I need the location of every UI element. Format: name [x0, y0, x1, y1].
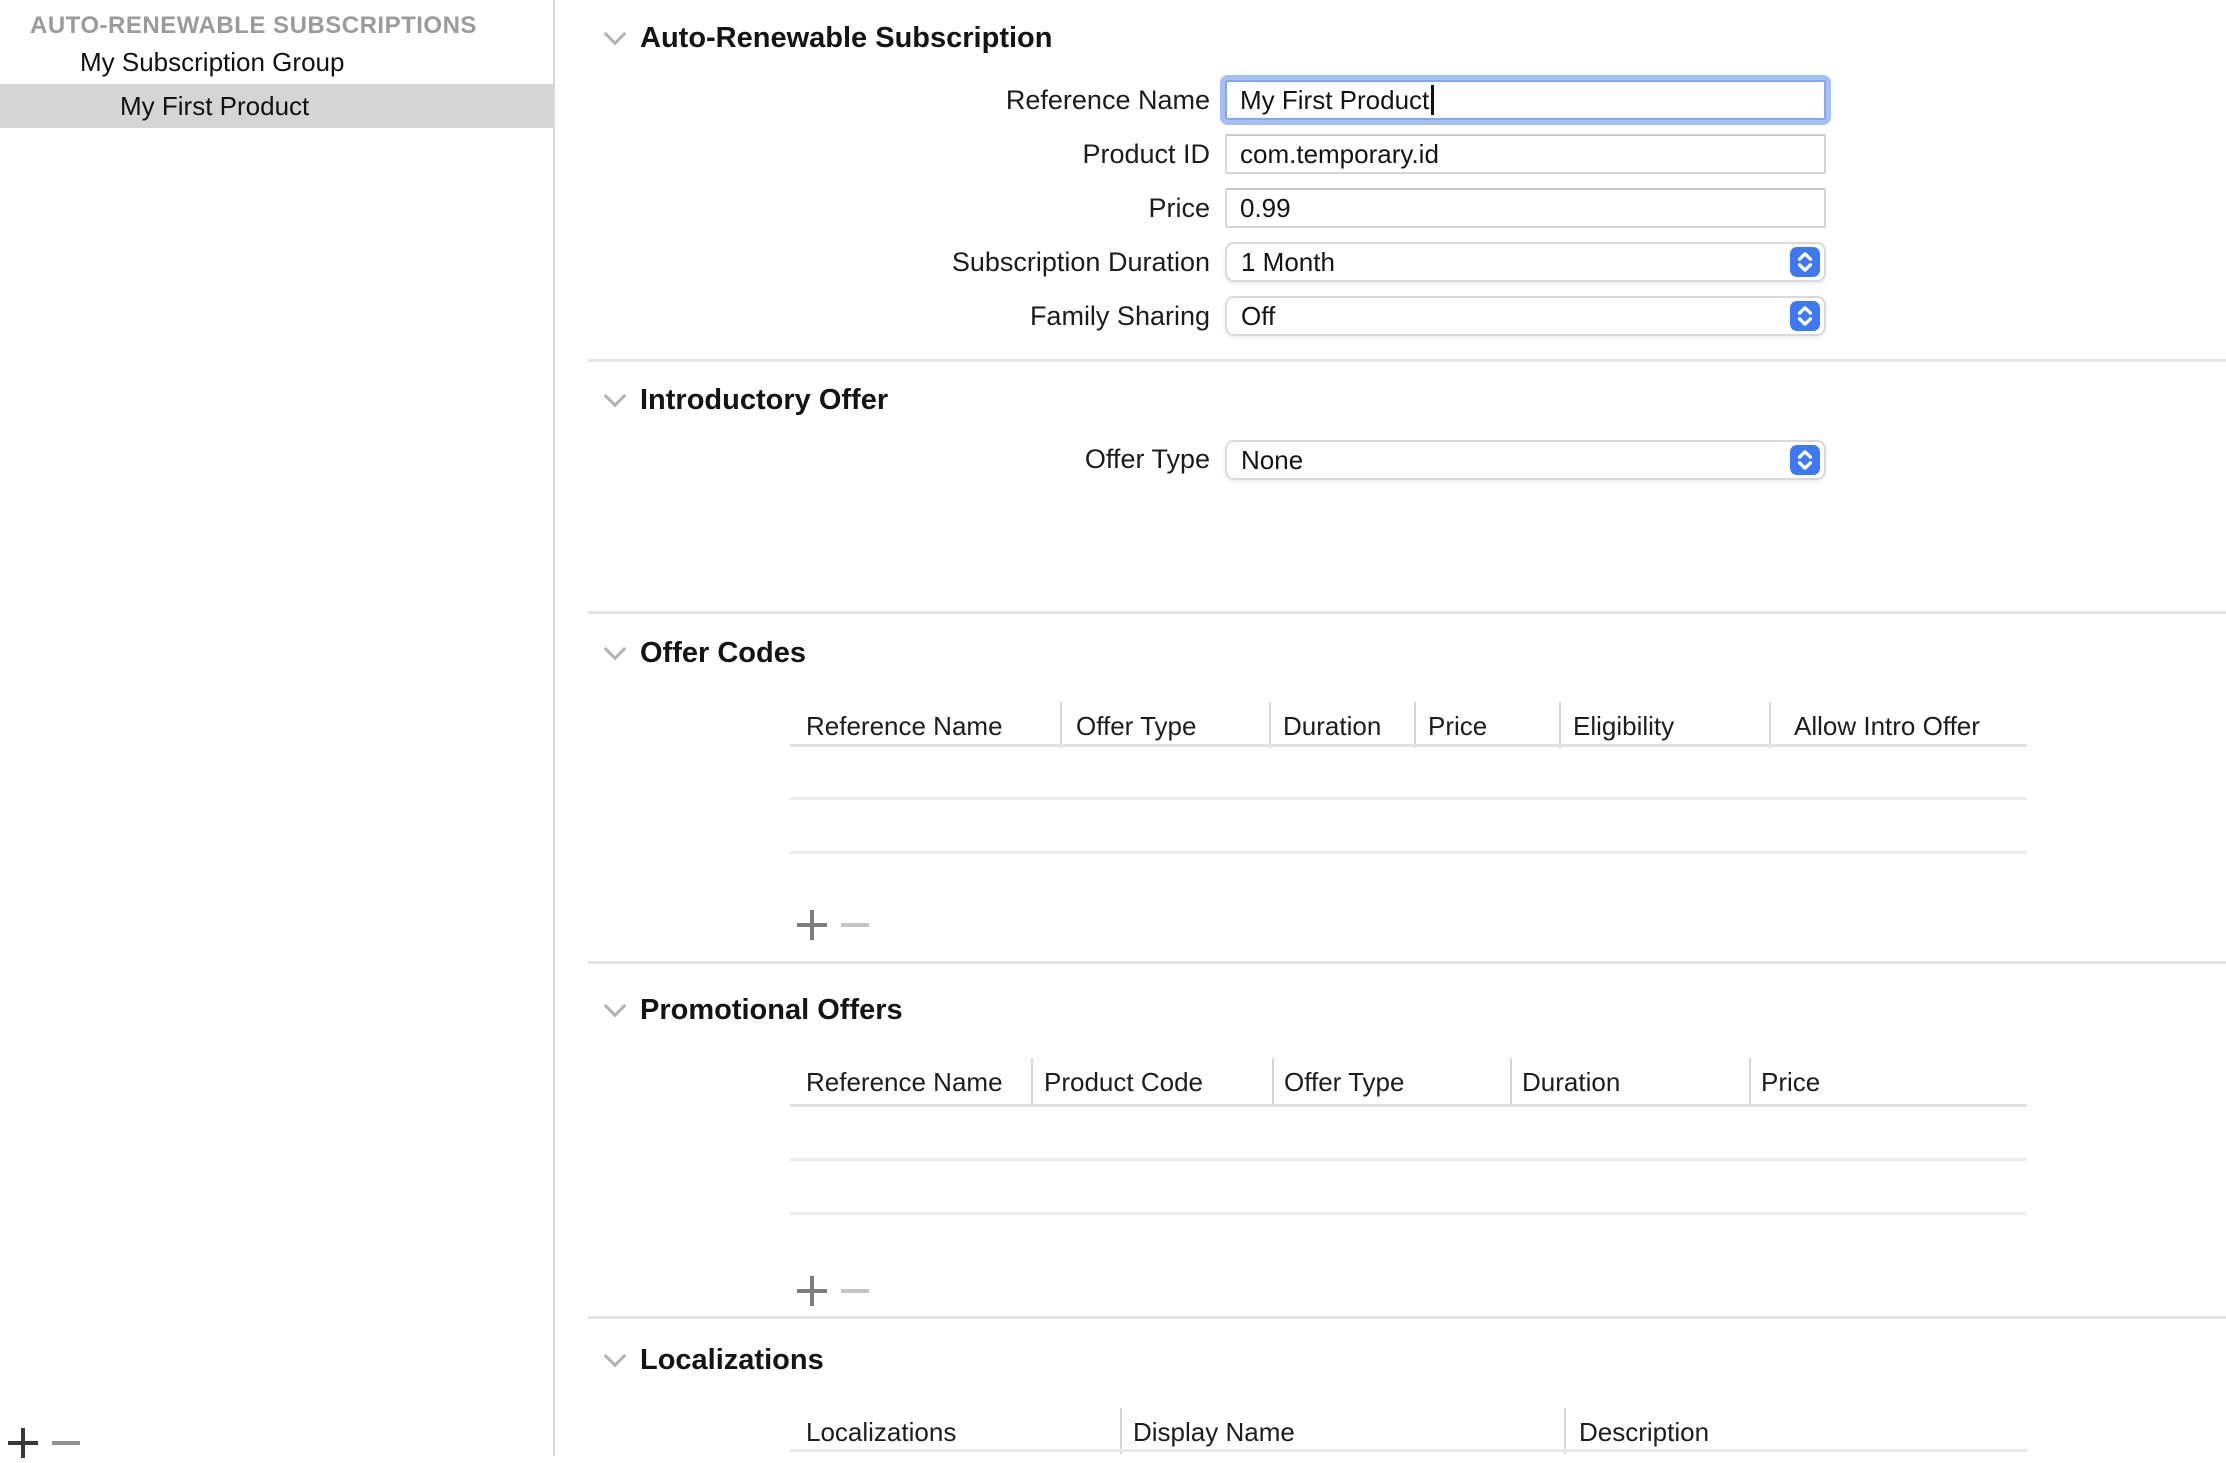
chevron-down-icon[interactable]	[604, 638, 627, 661]
table-header-underline	[790, 1449, 2027, 1452]
column-separator	[1272, 1058, 1274, 1104]
column-separator	[1060, 702, 1062, 748]
column-header: Reference Name	[806, 1064, 1003, 1100]
price-value: 0.99	[1240, 193, 1291, 224]
minus-icon	[52, 1428, 80, 1458]
add-row-button[interactable]	[797, 1276, 827, 1306]
remove-item-button[interactable]	[52, 1428, 82, 1458]
sidebar-item-first-product[interactable]: My First Product	[0, 84, 553, 128]
table-row	[790, 1158, 2027, 1161]
column-header: Reference Name	[806, 708, 1003, 744]
column-separator	[1749, 1058, 1751, 1104]
sidebar: AUTO-RENEWABLE SUBSCRIPTIONS My Subscrip…	[0, 0, 553, 1456]
section-title-subscription: Auto-Renewable Subscription	[640, 20, 1052, 56]
offer-type-value: None	[1227, 445, 1303, 476]
subscription-duration-popup[interactable]: 1 Month	[1225, 242, 1826, 282]
column-separator	[1564, 1408, 1566, 1454]
table-row	[790, 851, 2027, 854]
table-row	[790, 1212, 2027, 1215]
section-title-localizations: Localizations	[640, 1342, 824, 1378]
column-header: Offer Type	[1284, 1064, 1404, 1100]
plus-icon	[797, 910, 827, 940]
column-separator	[1559, 702, 1561, 748]
column-header: Localizations	[806, 1414, 956, 1450]
section-divider	[588, 611, 2226, 614]
price-input[interactable]: 0.99	[1225, 188, 1826, 228]
table-header-underline	[790, 744, 2027, 747]
sidebar-group-header: AUTO-RENEWABLE SUBSCRIPTIONS	[30, 10, 477, 42]
product-id-label: Product ID	[640, 138, 1210, 170]
product-id-value: com.temporary.id	[1240, 139, 1439, 170]
text-caret	[1431, 85, 1434, 115]
column-header: Product Code	[1044, 1064, 1203, 1100]
reference-name-label: Reference Name	[640, 84, 1210, 116]
column-separator	[1414, 702, 1416, 748]
section-title-introductory-offer: Introductory Offer	[640, 382, 888, 418]
add-row-button[interactable]	[797, 910, 827, 940]
family-sharing-value: Off	[1227, 301, 1275, 332]
sidebar-content-divider	[553, 0, 555, 1456]
column-header: Price	[1761, 1064, 1820, 1100]
column-header: Display Name	[1133, 1414, 1295, 1450]
column-separator	[1269, 702, 1271, 748]
section-divider	[588, 961, 2226, 964]
column-header: Duration	[1522, 1064, 1620, 1100]
section-divider	[588, 359, 2226, 362]
minus-icon	[841, 910, 869, 940]
dropdown-arrows-icon	[1790, 301, 1820, 331]
plus-icon	[797, 1276, 827, 1306]
subscription-duration-value: 1 Month	[1227, 247, 1335, 278]
family-sharing-popup[interactable]: Off	[1225, 296, 1826, 336]
chevron-down-icon[interactable]	[604, 995, 627, 1018]
remove-row-button[interactable]	[841, 1276, 871, 1306]
product-id-input[interactable]: com.temporary.id	[1225, 134, 1826, 174]
add-item-button[interactable]	[8, 1428, 38, 1458]
remove-row-button[interactable]	[841, 910, 871, 940]
column-header: Eligibility	[1573, 708, 1674, 744]
chevron-down-icon[interactable]	[604, 385, 627, 408]
subscription-duration-label: Subscription Duration	[640, 246, 1210, 278]
column-header: Price	[1428, 708, 1487, 744]
table-row	[790, 797, 2027, 800]
column-separator	[1120, 1408, 1122, 1454]
offer-type-popup[interactable]: None	[1225, 440, 1826, 480]
plus-icon	[8, 1428, 38, 1458]
column-header: Offer Type	[1076, 708, 1196, 744]
dropdown-arrows-icon	[1790, 445, 1820, 475]
column-header: Description	[1579, 1414, 1709, 1450]
table-header-underline	[790, 1104, 2027, 1107]
column-separator	[1031, 1058, 1033, 1104]
chevron-down-icon[interactable]	[604, 23, 627, 46]
column-header: Allow Intro Offer	[1794, 708, 1980, 744]
column-separator	[1510, 1058, 1512, 1104]
column-header: Duration	[1283, 708, 1381, 744]
chevron-down-icon[interactable]	[604, 1345, 627, 1368]
section-divider	[588, 1316, 2226, 1319]
reference-name-input[interactable]: My First Product	[1225, 80, 1826, 120]
section-title-offer-codes: Offer Codes	[640, 635, 806, 671]
sidebar-item-subscription-group[interactable]: My Subscription Group	[0, 40, 553, 84]
dropdown-arrows-icon	[1790, 247, 1820, 277]
price-label: Price	[640, 192, 1210, 224]
minus-icon	[841, 1276, 869, 1306]
reference-name-value: My First Product	[1240, 85, 1429, 116]
family-sharing-label: Family Sharing	[640, 300, 1210, 332]
column-separator	[1769, 702, 1771, 748]
offer-type-label: Offer Type	[640, 443, 1210, 475]
section-title-promotional-offers: Promotional Offers	[640, 992, 903, 1028]
